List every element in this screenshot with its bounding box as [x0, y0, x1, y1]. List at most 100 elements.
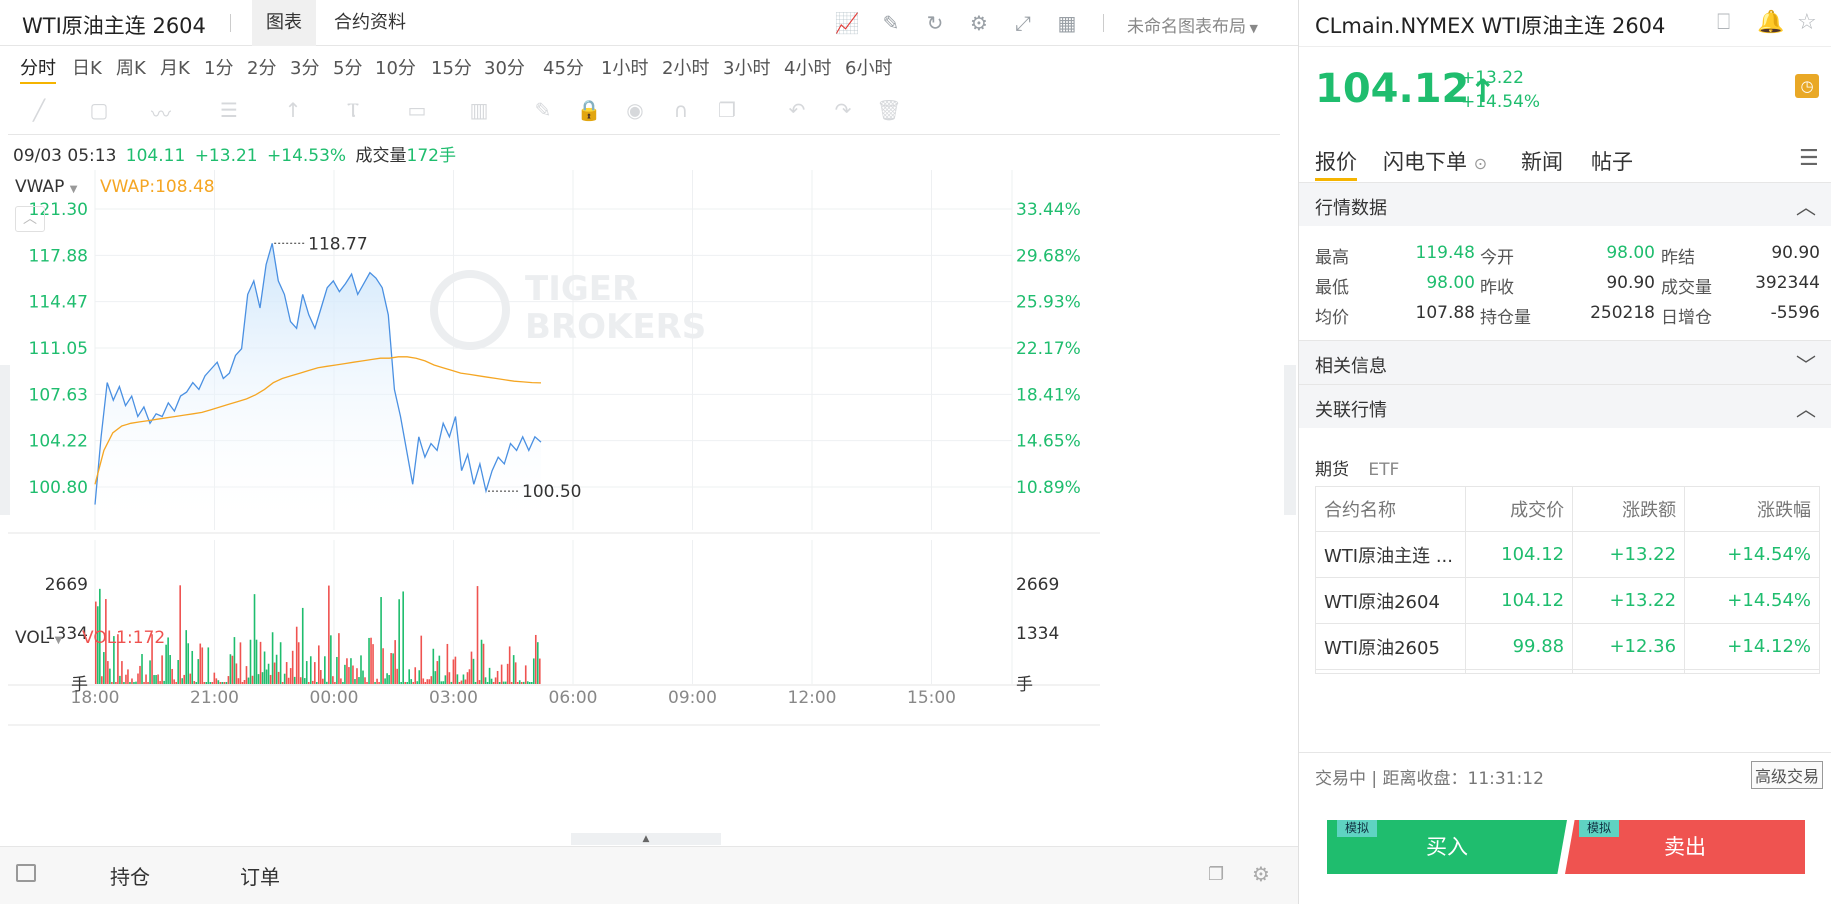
bookmark-icon[interactable]: ⎕	[1717, 10, 1730, 35]
pencil-icon[interactable]: ✎	[530, 98, 556, 122]
tab-posts[interactable]: 帖子	[1591, 146, 1633, 176]
section-related-market-header[interactable]: 关联行情 ︿	[1299, 384, 1831, 428]
open-label: 今开	[1480, 248, 1514, 268]
tab-news[interactable]: 新闻	[1521, 146, 1563, 176]
bell-icon[interactable]: 🔔	[1757, 10, 1784, 35]
volume-bar	[273, 662, 276, 684]
period-tab[interactable]: 2小时	[662, 54, 709, 80]
tab-flash-order[interactable]: 闪电下单 ⊙	[1383, 146, 1487, 176]
vol-tick-label: 2669	[45, 575, 88, 595]
text-tool-icon[interactable]: Ⲧ	[340, 98, 366, 122]
period-tab[interactable]: 分时	[20, 54, 56, 84]
draw-pen-icon[interactable]: ✎	[878, 10, 904, 36]
clock-icon[interactable]: ◷	[1795, 74, 1819, 98]
tab-contract-info[interactable]: 合约资料	[320, 0, 420, 46]
tab-chart[interactable]: 图表	[252, 0, 316, 46]
volume-bar	[195, 682, 198, 684]
period-tab[interactable]: 3小时	[723, 54, 770, 80]
line-tool-icon[interactable]: ╱	[26, 98, 52, 122]
period-tab[interactable]: 30分	[484, 54, 525, 80]
period-tab[interactable]: 45分	[543, 54, 584, 80]
price-change-pct: +14.54%	[1461, 92, 1541, 112]
volume-bar	[504, 681, 507, 684]
menu-icon[interactable]: ☰	[1799, 146, 1819, 171]
section-quote-header[interactable]: 行情数据 ︿	[1299, 182, 1831, 226]
redo-icon[interactable]: ↷	[830, 98, 856, 122]
x-tick-label: 00:00	[310, 688, 359, 708]
eye-icon[interactable]: ◉	[622, 98, 648, 122]
table-row[interactable]: WTI原油主连 ... 104.12 +13.22 +14.54%	[1315, 531, 1820, 578]
column-header[interactable]: 涨跌额	[1572, 486, 1686, 532]
volume-bar	[257, 674, 260, 684]
star-icon[interactable]: ☆	[1797, 10, 1817, 35]
undo-icon[interactable]: ↶	[784, 98, 810, 122]
section-related-info-header[interactable]: 相关信息 ﹀	[1299, 340, 1831, 384]
settings-icon[interactable]: ⚙	[1252, 862, 1270, 886]
collapse-icon[interactable]: ︿	[15, 206, 45, 232]
rect-tool-icon[interactable]: ▢	[86, 98, 112, 122]
vwap-indicator-name[interactable]: VWAP ▼	[15, 177, 78, 197]
buy-button[interactable]: 模拟 买入	[1327, 820, 1567, 874]
volume-bar	[536, 642, 539, 684]
bar-tool-icon[interactable]: ▥	[466, 98, 492, 122]
column-header[interactable]: 成交价	[1464, 486, 1574, 532]
price-chart[interactable]: 121.30 33.44%117.88 29.68%114.47 25.93%111.…	[0, 170, 1290, 842]
trash-icon[interactable]: 🗑	[876, 98, 902, 122]
right-panel-handle[interactable]	[1284, 365, 1296, 515]
volume-bar	[229, 654, 232, 684]
quote-panel: CLmain.NYMEX WTI原油主连 2604 ⎕ 🔔 ☆ 104.12↑ …	[1298, 0, 1831, 904]
left-panel-handle[interactable]	[0, 365, 10, 515]
period-tab[interactable]: 1小时	[601, 54, 648, 80]
column-header[interactable]: 合约名称	[1315, 486, 1466, 532]
copy-icon[interactable]: ❐	[714, 98, 740, 122]
vol-indicator-name[interactable]: VOL ▼	[15, 628, 62, 648]
period-tab[interactable]: 1分	[204, 54, 233, 80]
volume-bar	[129, 682, 131, 684]
period-tab[interactable]: 月K	[160, 54, 190, 80]
chart-type-icon[interactable]: 📈	[834, 10, 860, 36]
layout-select[interactable]: 未命名图表布局 ▼	[1127, 12, 1258, 37]
period-tab[interactable]: 10分	[375, 54, 416, 80]
refresh-icon[interactable]: ↻	[922, 10, 948, 36]
subtab-futures[interactable]: 期货	[1315, 460, 1349, 480]
lock-icon[interactable]: 🔒	[576, 98, 602, 122]
window-icon[interactable]: ❐	[1208, 864, 1224, 885]
period-tab[interactable]: 5分	[333, 54, 362, 80]
grid-layout-icon[interactable]: ▦	[1054, 10, 1080, 36]
magnet-icon[interactable]: ∩	[668, 98, 694, 122]
period-tab[interactable]: 周K	[116, 54, 146, 80]
volume-bar	[490, 678, 493, 684]
table-cell: +14.12%	[1684, 623, 1820, 670]
volume-bar	[239, 642, 242, 684]
table-cell: +14.54%	[1684, 577, 1820, 624]
tab-orders[interactable]: 订单	[240, 861, 280, 890]
volume-bar	[245, 666, 248, 684]
period-tab[interactable]: 15分	[431, 54, 472, 80]
sell-button[interactable]: 模拟 卖出	[1565, 820, 1805, 874]
period-tab[interactable]: 3分	[290, 54, 319, 80]
symbol-title[interactable]: WTI原油主连 2604	[22, 10, 206, 40]
tab-quote[interactable]: 报价	[1315, 146, 1357, 181]
period-tab[interactable]: 2分	[247, 54, 276, 80]
table-row[interactable]: WTI原油2605 99.88 +12.36 +14.12%	[1315, 623, 1820, 670]
label-tool-icon[interactable]: ▭	[404, 98, 430, 122]
expand-handle[interactable]: ▲	[571, 833, 721, 845]
subtab-etf[interactable]: ETF	[1368, 460, 1399, 480]
volume-bar	[496, 670, 499, 684]
volume-bar	[464, 679, 467, 684]
period-tab[interactable]: 6小时	[845, 54, 892, 80]
period-tab[interactable]: 日K	[72, 54, 102, 80]
drawing-toolbar: ╱ ▢ 〰 ☰ ↑ Ⲧ ▭ ▥ ✎ 🔒 ◉ ∩ ❐ ↶ ↷ 🗑	[8, 90, 1288, 130]
wave-tool-icon[interactable]: 〰	[148, 98, 174, 126]
fib-tool-icon[interactable]: ☰	[216, 98, 242, 122]
arrow-tool-icon[interactable]: ↑	[280, 98, 306, 122]
sidebar-toggle-icon[interactable]	[16, 864, 36, 882]
settings-icon[interactable]: ⚙	[966, 10, 992, 36]
table-row[interactable]: WTI原油2604 104.12 +13.22 +14.54%	[1315, 577, 1820, 624]
fullscreen-icon[interactable]: ⤢	[1010, 10, 1036, 36]
column-header[interactable]: 涨跌幅	[1684, 486, 1820, 532]
advanced-trade-button[interactable]: 高级交易	[1750, 761, 1823, 789]
volume-bar	[330, 635, 332, 684]
period-tab[interactable]: 4小时	[784, 54, 831, 80]
tab-positions[interactable]: 持仓	[110, 861, 150, 890]
